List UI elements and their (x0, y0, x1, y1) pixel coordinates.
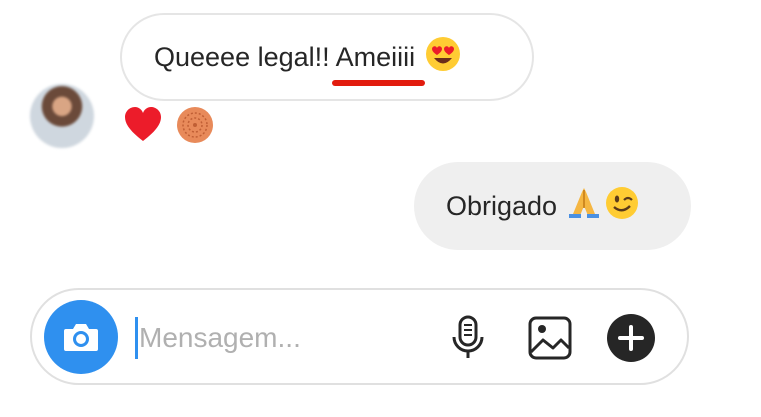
message-input[interactable] (139, 312, 439, 364)
heart-reaction-icon[interactable] (124, 106, 162, 144)
gallery-button[interactable] (522, 310, 578, 366)
camera-icon (64, 324, 98, 351)
microphone-button[interactable] (440, 310, 496, 366)
message-composer (30, 288, 689, 385)
microphone-icon (452, 315, 484, 358)
add-button[interactable] (603, 310, 659, 366)
received-message-bubble[interactable]: Queeee legal!! Ameiiii (120, 13, 534, 101)
cookie-reaction-icon[interactable] (176, 106, 214, 144)
plus-icon (607, 314, 655, 362)
avatar[interactable] (30, 84, 94, 148)
received-message-text: Queeee legal!! Ameiiii (154, 41, 416, 72)
highlighted-word: Ameiiii (335, 41, 416, 72)
text-cursor (135, 317, 138, 359)
sent-message-bubble[interactable]: Obrigado (414, 162, 691, 250)
folded-hands-emoji-icon (567, 186, 601, 227)
message-reactions (124, 106, 214, 144)
sent-message-text: Obrigado (446, 190, 558, 221)
camera-button[interactable] (44, 300, 118, 374)
winking-face-emoji-icon (605, 186, 639, 227)
image-icon (528, 316, 572, 360)
heart-eyes-emoji-icon (425, 36, 461, 79)
